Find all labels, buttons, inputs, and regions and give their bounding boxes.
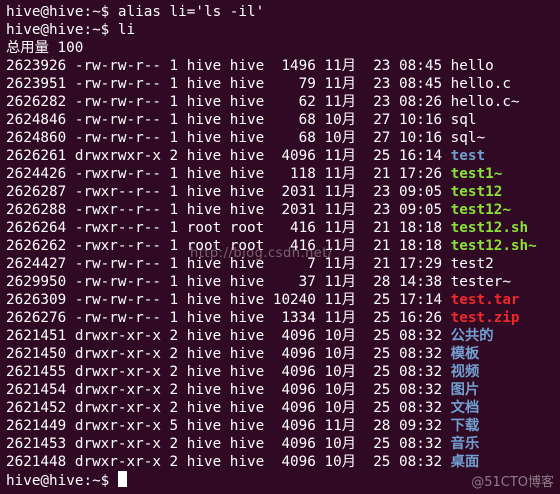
listing-row: 2626262 -rwxr--r-- 1 root root 416 11月 2… [6, 237, 560, 255]
listing-row: 2629950 -rw-rw-r-- 1 hive hive 37 11月 28… [6, 273, 560, 291]
listing-row: 2623951 -rw-rw-r-- 1 hive hive 79 11月 23… [6, 75, 560, 93]
listing-details: 2626276 -rw-rw-r-- 1 hive hive 1334 11月 … [6, 310, 451, 326]
text-cursor [117, 471, 127, 487]
listing-details: 2629950 -rw-rw-r-- 1 hive hive 37 11月 28… [6, 274, 451, 290]
directory-name: test [450, 148, 486, 164]
listing-row: 2624860 -rw-rw-r-- 1 hive hive 68 10月 27… [6, 129, 560, 147]
file-name: sql [450, 112, 477, 128]
archive-name: test.zip [450, 310, 520, 326]
command-text: hive@hive:~$ li [6, 22, 136, 38]
listing-details: 2626262 -rwxr--r-- 1 root root 416 11月 2… [6, 238, 451, 254]
file-name: tester~ [450, 274, 511, 290]
listing-row: 2626309 -rw-rw-r-- 1 hive hive 10240 11月… [6, 291, 560, 309]
directory-name: 音乐 [450, 436, 480, 452]
listing-row: 2621451 drwxr-xr-x 2 hive hive 4096 10月 … [6, 327, 560, 345]
listing-row: 2621448 drwxr-xr-x 2 hive hive 4096 10月 … [6, 453, 560, 471]
listing-row: 2626264 -rwxr--r-- 1 root root 416 11月 2… [6, 219, 560, 237]
file-name: hello.c~ [450, 94, 520, 110]
listing-details: 2621451 drwxr-xr-x 2 hive hive 4096 10月 … [6, 328, 451, 344]
prompt-text: hive@hive:~$ [6, 473, 118, 489]
executable-name: test12.sh [450, 220, 529, 236]
listing-details: 2621449 drwxr-xr-x 5 hive hive 4096 11月 … [6, 418, 451, 434]
directory-name: 公共的 [450, 328, 494, 344]
listing-details: 2623926 -rw-rw-r-- 1 hive hive 1496 11月 … [6, 58, 451, 74]
command-line: hive@hive:~$ li [6, 21, 560, 39]
listing-details: 2624860 -rw-rw-r-- 1 hive hive 68 10月 27… [6, 130, 451, 146]
directory-name: 文档 [450, 400, 480, 416]
listing-row: 2626288 -rwxr--r-- 1 hive hive 2031 11月 … [6, 201, 560, 219]
listing-details: 2621452 drwxr-xr-x 2 hive hive 4096 10月 … [6, 400, 451, 416]
listing-row: 2621452 drwxr-xr-x 2 hive hive 4096 10月 … [6, 399, 560, 417]
listing-details: 2624426 -rwxrw-r-- 1 hive hive 118 11月 2… [6, 166, 451, 182]
listing-row: 2624426 -rwxrw-r-- 1 hive hive 118 11月 2… [6, 165, 560, 183]
directory-name: 图片 [450, 382, 480, 398]
listing-details: 2621448 drwxr-xr-x 2 hive hive 4096 10月 … [6, 454, 451, 470]
summary-text: 总用量 100 [6, 40, 84, 56]
prompt-line[interactable]: hive@hive:~$ [6, 471, 560, 489]
command-line: hive@hive:~$ alias li='ls -il' [6, 3, 560, 21]
listing-row: 2624846 -rw-rw-r-- 1 hive hive 68 10月 27… [6, 111, 560, 129]
executable-name: test12 [450, 184, 503, 200]
directory-name: 下载 [450, 418, 480, 434]
listing-details: 2623951 -rw-rw-r-- 1 hive hive 79 11月 23… [6, 76, 451, 92]
directory-name: 模板 [450, 346, 480, 362]
listing-details: 2626261 drwxrwxr-x 2 hive hive 4096 11月 … [6, 148, 451, 164]
listing-details: 2626264 -rwxr--r-- 1 root root 416 11月 2… [6, 220, 451, 236]
listing-details: 2621453 drwxr-xr-x 2 hive hive 4096 10月 … [6, 436, 451, 452]
terminal-window[interactable]: hive@hive:~$ alias li='ls -il' hive@hive:… [0, 0, 560, 494]
directory-name: 视频 [450, 364, 480, 380]
listing-row: 2621453 drwxr-xr-x 2 hive hive 4096 10月 … [6, 435, 560, 453]
listing-details: 2626288 -rwxr--r-- 1 hive hive 2031 11月 … [6, 202, 451, 218]
listing-details: 2626309 -rw-rw-r-- 1 hive hive 10240 11月… [6, 292, 451, 308]
listing-row: 2621454 drwxr-xr-x 2 hive hive 4096 10月 … [6, 381, 560, 399]
listing-details: 2626282 -rw-rw-r-- 1 hive hive 62 11月 23… [6, 94, 451, 110]
file-name: test2 [450, 256, 494, 272]
file-name: sql~ [450, 130, 486, 146]
listing-row: 2621449 drwxr-xr-x 5 hive hive 4096 11月 … [6, 417, 560, 435]
listing-row: 2623926 -rw-rw-r-- 1 hive hive 1496 11月 … [6, 57, 560, 75]
command-text: hive@hive:~$ alias li='ls -il' [6, 4, 265, 20]
listing-row: 2626261 drwxrwxr-x 2 hive hive 4096 11月 … [6, 147, 560, 165]
listing-row: 2621455 drwxr-xr-x 2 hive hive 4096 10月 … [6, 363, 560, 381]
summary-line: 总用量 100 [6, 39, 560, 57]
file-name: hello.c [450, 76, 511, 92]
directory-name: 桌面 [450, 454, 480, 470]
listing-row: 2626276 -rw-rw-r-- 1 hive hive 1334 11月 … [6, 309, 560, 327]
listing-details: 2621450 drwxr-xr-x 2 hive hive 4096 10月 … [6, 346, 451, 362]
terminal-output: hive@hive:~$ alias li='ls -il' hive@hive:… [6, 3, 560, 471]
executable-name: test12~ [450, 202, 511, 218]
listing-details: 2626287 -rwxr--r-- 1 hive hive 2031 11月 … [6, 184, 451, 200]
listing-row: 2626282 -rw-rw-r-- 1 hive hive 62 11月 23… [6, 93, 560, 111]
listing-row: 2621450 drwxr-xr-x 2 hive hive 4096 10月 … [6, 345, 560, 363]
file-name: hello [450, 58, 494, 74]
listing-details: 2621455 drwxr-xr-x 2 hive hive 4096 10月 … [6, 364, 451, 380]
listing-row: 2624427 -rw-rw-r-- 1 hive hive 7 11月 21 … [6, 255, 560, 273]
listing-details: 2624427 -rw-rw-r-- 1 hive hive 7 11月 21 … [6, 256, 451, 272]
archive-name: test.tar [450, 292, 520, 308]
listing-row: 2626287 -rwxr--r-- 1 hive hive 2031 11月 … [6, 183, 560, 201]
executable-name: test12.sh~ [450, 238, 537, 254]
executable-name: test1~ [450, 166, 503, 182]
listing-details: 2621454 drwxr-xr-x 2 hive hive 4096 10月 … [6, 382, 451, 398]
listing-details: 2624846 -rw-rw-r-- 1 hive hive 68 10月 27… [6, 112, 451, 128]
